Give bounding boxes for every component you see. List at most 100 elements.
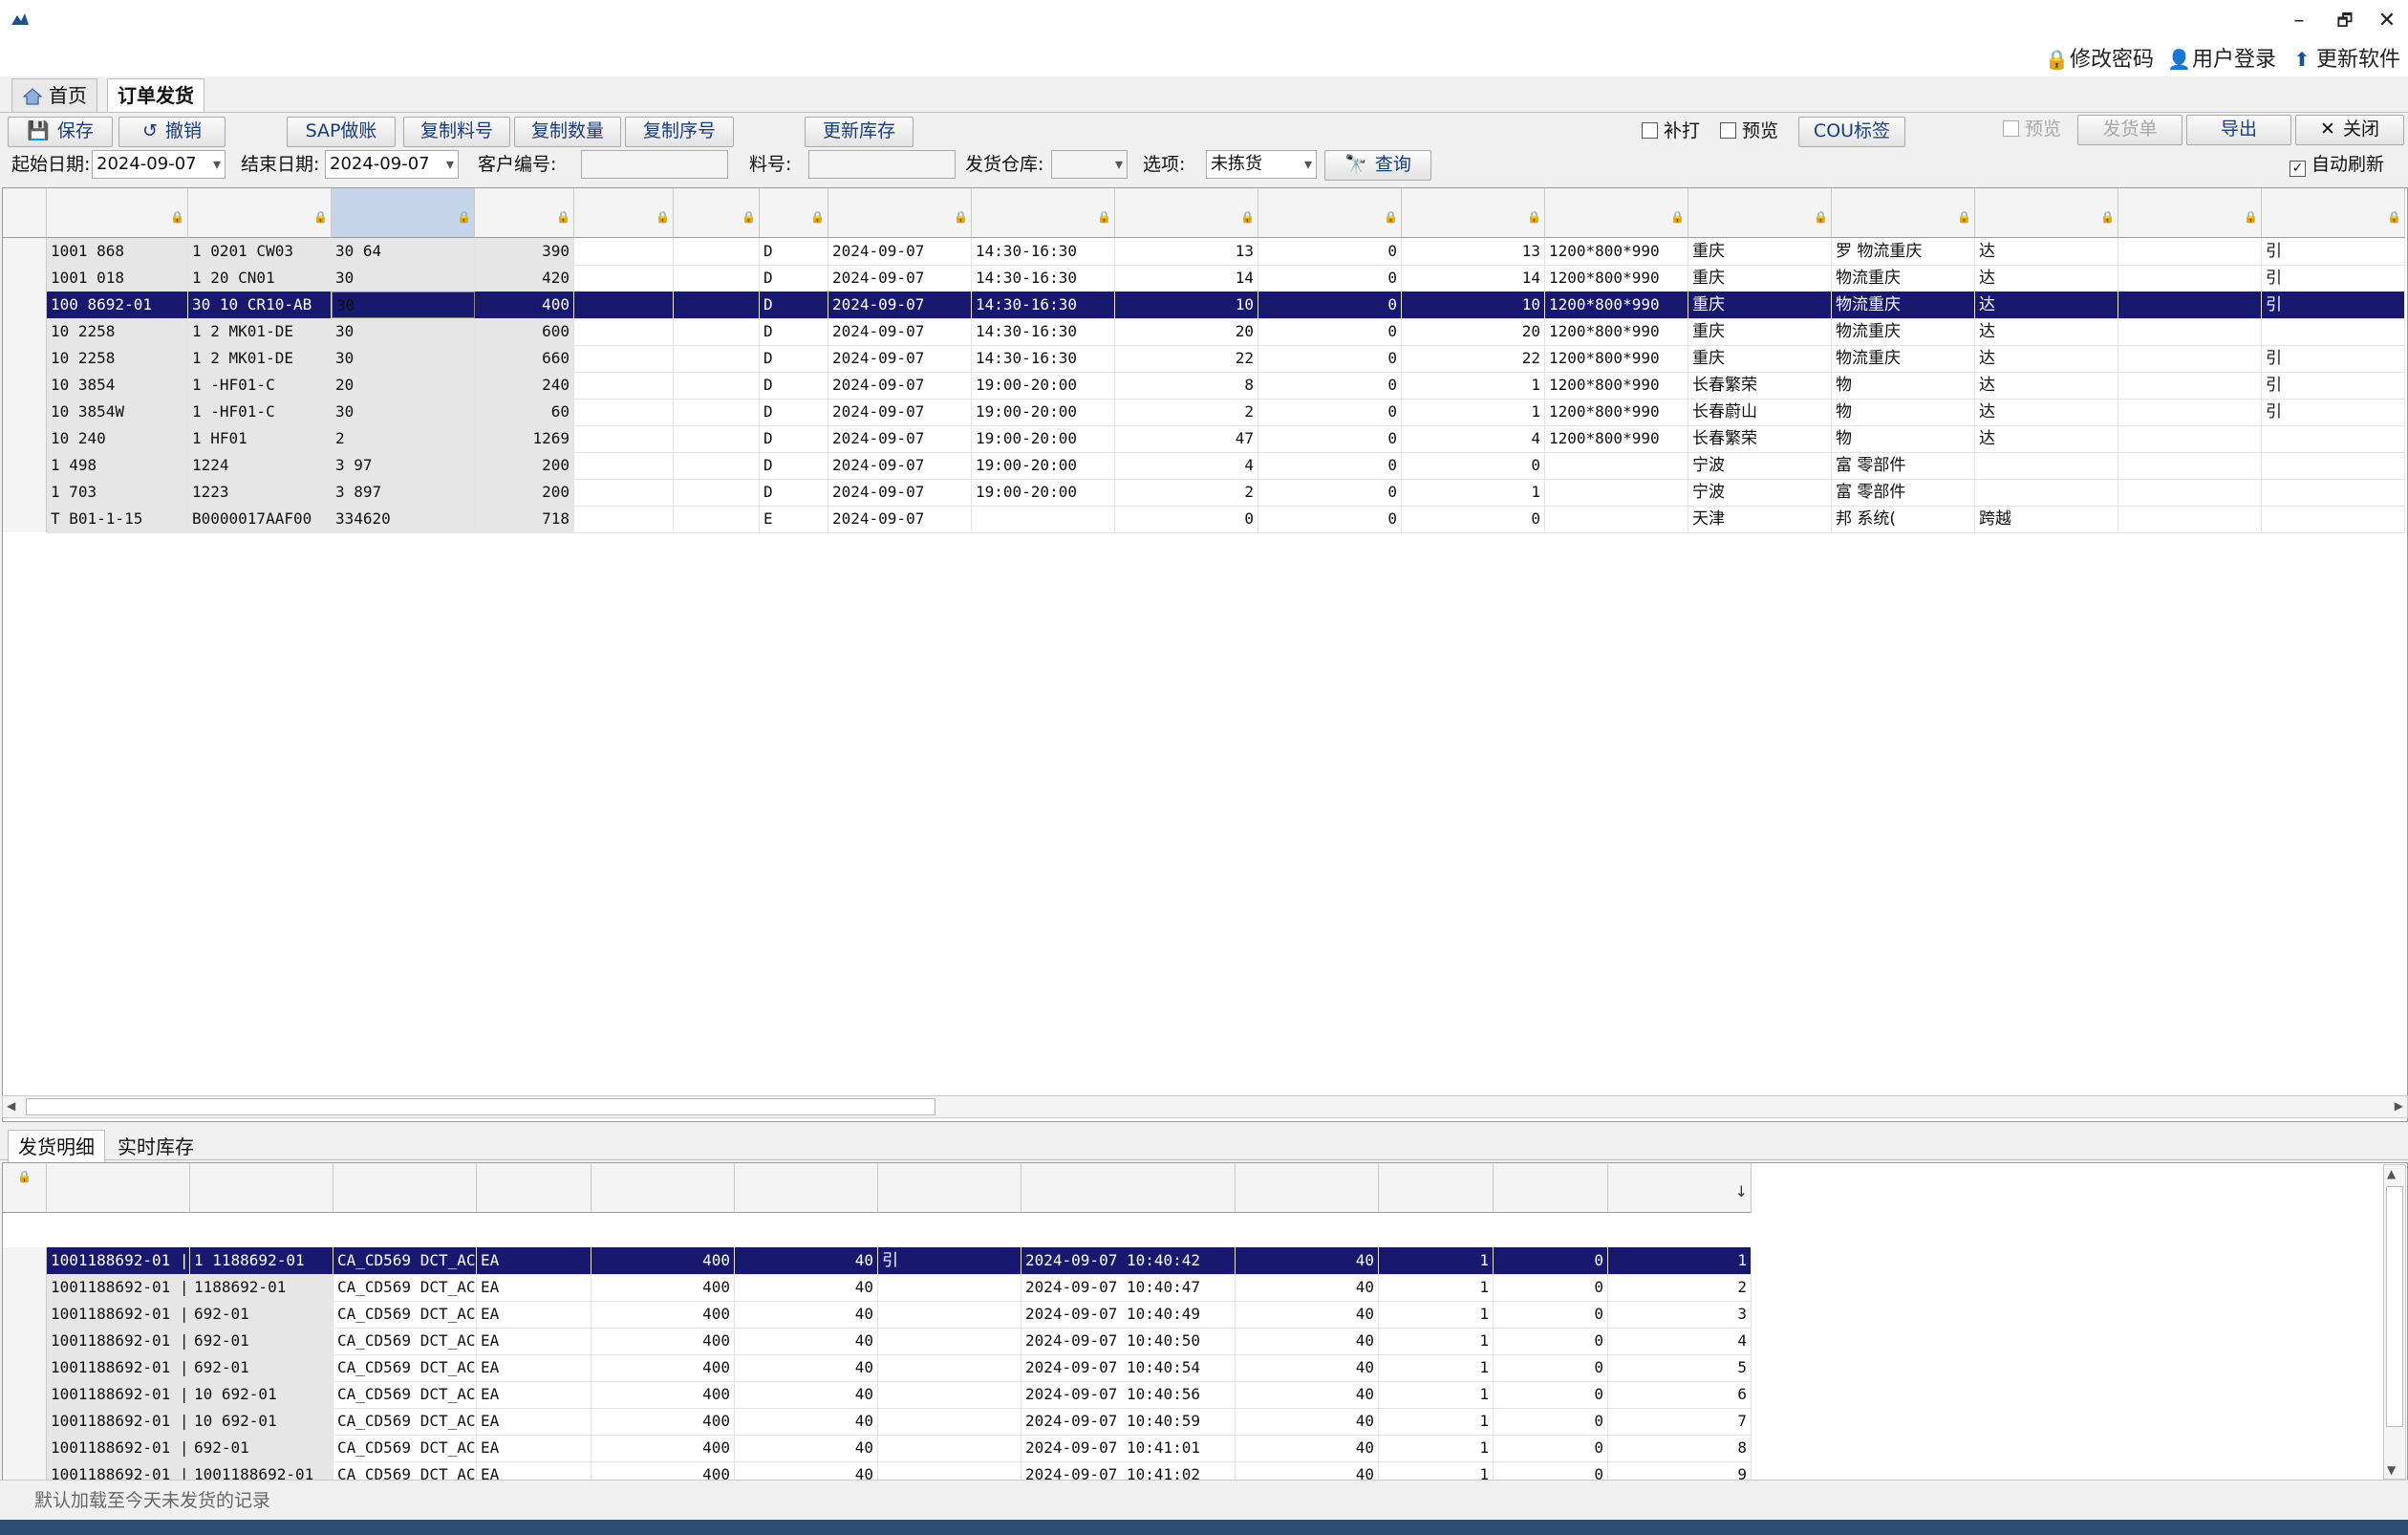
- table-cell[interactable]: 邦 系统(: [1832, 506, 1975, 532]
- table-cell[interactable]: EA: [477, 1435, 591, 1461]
- customer-no-input[interactable]: [581, 150, 728, 179]
- column-lock-icon[interactable]: 🔒: [1670, 207, 1685, 227]
- column-header[interactable]: [333, 1163, 477, 1213]
- table-cell[interactable]: D: [760, 318, 828, 345]
- reprint-checkbox-box[interactable]: [1642, 122, 1658, 139]
- table-cell[interactable]: 2024-09-07: [828, 399, 972, 425]
- column-lock-icon[interactable]: 🔒: [1814, 207, 1828, 227]
- table-cell[interactable]: 0: [1258, 425, 1402, 452]
- table-cell[interactable]: 1188692-01: [190, 1274, 333, 1301]
- column-lock-icon[interactable]: 🔒: [1384, 207, 1398, 227]
- column-header[interactable]: 🔒: [1258, 188, 1402, 238]
- table-cell[interactable]: 400: [475, 292, 574, 318]
- tab-realtime-stock[interactable]: 实时库存: [107, 1130, 204, 1163]
- row-number[interactable]: [3, 1408, 47, 1435]
- table-cell[interactable]: [2118, 506, 2262, 532]
- preview-checkbox-box[interactable]: [1720, 122, 1736, 139]
- table-cell[interactable]: 1: [1608, 1247, 1752, 1274]
- table-cell[interactable]: 0: [1494, 1435, 1608, 1461]
- table-cell[interactable]: 4: [1115, 452, 1258, 479]
- table-cell[interactable]: 1001188692-01 |5: [47, 1274, 190, 1301]
- table-cell[interactable]: 引: [2262, 265, 2405, 292]
- table-cell[interactable]: 长春繁荣: [1688, 425, 1832, 452]
- table-cell[interactable]: [2262, 452, 2405, 479]
- table-cell[interactable]: [674, 292, 760, 318]
- table-cell[interactable]: 重庆: [1688, 238, 1832, 265]
- table-cell[interactable]: 1269: [475, 425, 574, 452]
- table-cell[interactable]: 100 8692-01: [47, 292, 188, 318]
- table-cell[interactable]: D: [760, 425, 828, 452]
- table-cell[interactable]: 1: [1379, 1461, 1494, 1481]
- table-cell[interactable]: 0: [1258, 479, 1402, 506]
- column-header[interactable]: 🔒: [1115, 188, 1258, 238]
- table-cell[interactable]: [674, 265, 760, 292]
- material-input[interactable]: [808, 150, 956, 179]
- table-cell[interactable]: 2024-09-07: [828, 452, 972, 479]
- table-cell[interactable]: 10 3854: [47, 372, 188, 399]
- table-cell[interactable]: 1 20 CN01: [188, 265, 332, 292]
- table-cell[interactable]: [574, 425, 674, 452]
- table-cell[interactable]: 1 HF01: [188, 425, 332, 452]
- table-row[interactable]: 100 8692-01 30 10 CR10-AB 30 400 D 2024-09-0…: [47, 292, 2405, 319]
- row-number[interactable]: [3, 452, 47, 479]
- column-lock-icon[interactable]: 🔒: [313, 207, 328, 227]
- preview-checkbox[interactable]: 预览: [1720, 117, 1778, 145]
- table-cell[interactable]: CA_CD569 DCT_AC: [333, 1274, 477, 1301]
- column-header[interactable]: 🔒: [1402, 188, 1545, 238]
- scroll-up-icon[interactable]: ▲: [2387, 1167, 2396, 1180]
- column-header[interactable]: 🔒: [760, 188, 828, 238]
- column-header[interactable]: ↓: [1608, 1163, 1752, 1213]
- orders-horizontal-scrollbar[interactable]: ◀ ▶: [2, 1095, 2408, 1118]
- table-cell[interactable]: 1 2 MK01-DE: [188, 318, 332, 345]
- table-cell[interactable]: 1001 018: [47, 265, 188, 292]
- table-cell[interactable]: 物流重庆: [1832, 265, 1975, 292]
- column-header[interactable]: [477, 1163, 591, 1213]
- table-cell[interactable]: 0: [1402, 506, 1545, 532]
- table-cell[interactable]: 1200*800*990: [1545, 238, 1688, 265]
- table-cell[interactable]: 5: [1608, 1354, 1752, 1381]
- table-row[interactable]: 1001188692-01 |5 692-01 CA_CD569 DCT_AC EA…: [47, 1354, 1752, 1382]
- table-cell[interactable]: 13: [1115, 238, 1258, 265]
- table-cell[interactable]: 2024-09-07 10:40:50: [1021, 1328, 1236, 1354]
- table-cell[interactable]: 0: [1258, 345, 1402, 372]
- table-cell[interactable]: 1200*800*990: [1545, 318, 1688, 345]
- table-cell[interactable]: EA: [477, 1274, 591, 1301]
- table-cell[interactable]: 跨越: [1975, 506, 2118, 532]
- table-cell[interactable]: 0: [1494, 1328, 1608, 1354]
- table-cell[interactable]: 14:30-16:30: [972, 265, 1115, 292]
- table-cell[interactable]: 重庆: [1688, 265, 1832, 292]
- table-row[interactable]: 1001 018 1 20 CN01 30 420 D 2024-09-07 14:30-…: [47, 265, 2405, 292]
- start-date-input[interactable]: 2024-09-07: [92, 150, 226, 179]
- table-cell[interactable]: 达: [1975, 318, 2118, 345]
- table-cell[interactable]: [674, 506, 760, 532]
- copy-sequence-button[interactable]: 复制序号: [625, 117, 734, 147]
- table-cell[interactable]: 22: [1402, 345, 1545, 372]
- table-cell[interactable]: 22: [1115, 345, 1258, 372]
- column-header[interactable]: 🔒: [2118, 188, 2262, 238]
- table-cell[interactable]: 692-01: [190, 1301, 333, 1328]
- table-cell[interactable]: 1: [1379, 1408, 1494, 1435]
- preview2-checkbox-box[interactable]: [2003, 120, 2019, 137]
- column-header[interactable]: 🔒: [1545, 188, 1688, 238]
- table-cell[interactable]: 2: [332, 425, 475, 452]
- table-cell[interactable]: CA_CD569 DCT_AC: [333, 1354, 477, 1381]
- auto-refresh-checkbox-box[interactable]: ✓: [2290, 161, 2306, 177]
- row-number[interactable]: [3, 1381, 47, 1408]
- end-date-input[interactable]: 2024-09-07: [325, 150, 459, 179]
- reprint-checkbox[interactable]: 补打: [1642, 117, 1700, 145]
- row-number[interactable]: [3, 1354, 47, 1381]
- table-cell[interactable]: 1 2 MK01-DE: [188, 345, 332, 372]
- table-cell[interactable]: 10 2258: [47, 318, 188, 345]
- column-header[interactable]: [1236, 1163, 1379, 1213]
- table-cell[interactable]: D: [760, 452, 828, 479]
- export-button[interactable]: 导出: [2186, 115, 2291, 145]
- table-cell[interactable]: 1001188692-01 |: [47, 1408, 190, 1435]
- table-cell[interactable]: 1: [1379, 1354, 1494, 1381]
- table-cell[interactable]: 14:30-16:30: [972, 238, 1115, 265]
- table-row[interactable]: 10 3854W 1 -HF01-C 30 60 D 2024-09-07 19:00-2…: [47, 399, 2405, 426]
- table-cell[interactable]: [574, 399, 674, 425]
- table-cell[interactable]: 1200*800*990: [1545, 399, 1688, 425]
- table-cell[interactable]: 1200*800*990: [1545, 372, 1688, 399]
- table-cell[interactable]: CA_CD569 DCT_AC: [333, 1328, 477, 1354]
- table-row[interactable]: 10 2258 1 2 MK01-DE 30 660 D 2024-09-07 14:30…: [47, 345, 2405, 373]
